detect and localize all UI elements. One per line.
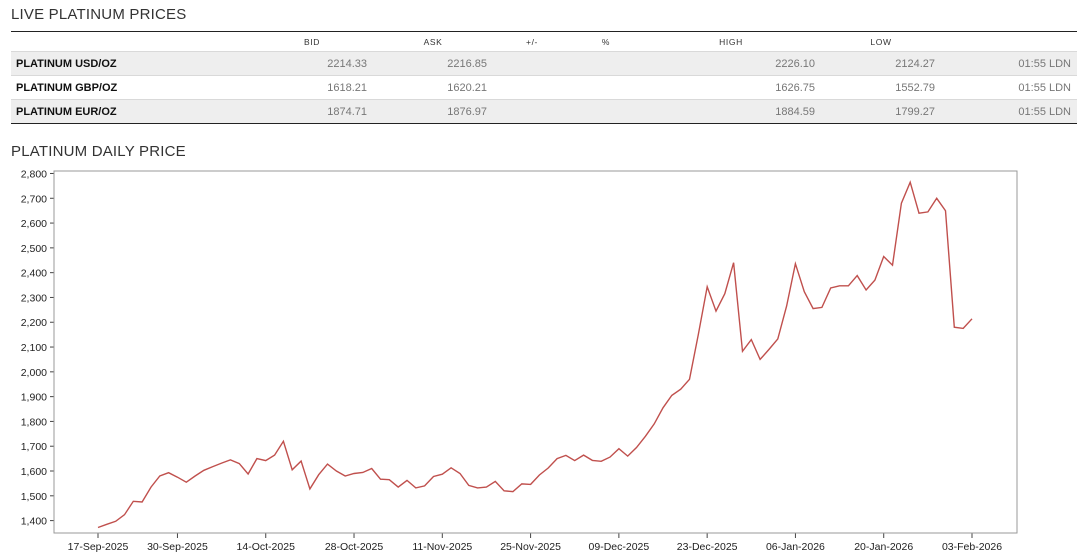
x-axis: 17-Sep-2025 30-Sep-2025 14-Oct-2025 28-Oct-… [68, 533, 1002, 553]
col-header-time [941, 33, 1077, 52]
col-header-name [11, 33, 251, 52]
y-tick-label: 2,800 [21, 168, 47, 180]
y-tick-label: 1,800 [21, 416, 47, 428]
price-row-low: 2124.27 [821, 51, 941, 76]
x-tick-label: 30-Sep-2025 [147, 541, 208, 553]
y-tick-label: 2,400 [21, 268, 47, 280]
price-row-percent [571, 51, 641, 76]
col-header-low: LOW [870, 37, 892, 47]
price-row-ask: 1620.21 [373, 75, 493, 100]
y-tick-label: 2,100 [21, 342, 47, 354]
price-row-gbp: PLATINUM GBP/OZ 1618.21 1620.21 1626.75 … [11, 75, 1077, 100]
y-tick-label: 2,500 [21, 243, 47, 255]
x-tick-label: 25-Nov-2025 [500, 541, 561, 553]
price-row-time: 01:55 LDN [941, 99, 1077, 124]
price-row-ask: 2216.85 [373, 51, 493, 76]
col-header-ask: ASK [423, 37, 443, 47]
col-header-change: +/- [526, 37, 538, 47]
x-tick-label: 09-Dec-2025 [589, 541, 650, 553]
y-tick-label: 1,500 [21, 491, 47, 503]
price-row-high: 1884.59 [641, 99, 821, 124]
y-tick-label: 2,200 [21, 317, 47, 329]
price-row-percent [571, 99, 641, 124]
price-row-change [493, 51, 571, 76]
y-axis: 1,400 1,500 1,600 1,700 1,800 1,900 2,000 2,100… [21, 168, 54, 528]
price-row-change [493, 75, 571, 100]
price-row-bid: 2214.33 [251, 51, 373, 76]
price-row-high: 2226.10 [641, 51, 821, 76]
price-row-time: 01:55 LDN [941, 51, 1077, 76]
prices-section-title: LIVE PLATINUM PRICES [11, 6, 187, 23]
price-row-name: PLATINUM GBP/OZ [11, 75, 251, 100]
col-header-high: HIGH [719, 37, 743, 47]
prices-table: BID ASK +/- % HIGH LOW PLATINUM USD/OZ 2… [11, 33, 1077, 124]
price-row-time: 01:55 LDN [941, 75, 1077, 100]
price-row-eur: PLATINUM EUR/OZ 1874.71 1876.97 1884.59 … [11, 99, 1077, 124]
price-row-high: 1626.75 [641, 75, 821, 100]
prices-header-row: BID ASK +/- % HIGH LOW [11, 33, 1077, 52]
y-tick-label: 1,700 [21, 441, 47, 453]
y-tick-label: 1,600 [21, 466, 47, 478]
y-tick-label: 1,900 [21, 392, 47, 404]
price-row-change [493, 99, 571, 124]
x-tick-label: 06-Jan-2026 [766, 541, 825, 553]
x-tick-label: 28-Oct-2025 [325, 541, 384, 553]
price-series-line [97, 180, 973, 529]
col-header-bid: BID [304, 37, 320, 47]
y-tick-label: 2,300 [21, 292, 47, 304]
y-tick-label: 2,600 [21, 218, 47, 230]
x-tick-label: 11-Nov-2025 [412, 541, 472, 553]
price-row-name: PLATINUM EUR/OZ [11, 99, 251, 124]
y-tick-label: 1,400 [21, 516, 47, 528]
x-tick-label: 20-Jan-2026 [854, 541, 913, 553]
platinum-price-chart: 1,400 1,500 1,600 1,700 1,800 1,900 2,000 2,100… [21, 168, 1018, 553]
price-row-percent [571, 75, 641, 100]
col-header-percent: % [601, 37, 611, 47]
x-tick-label: 03-Feb-2026 [942, 541, 1002, 553]
price-row-bid: 1874.71 [251, 99, 373, 124]
prices-top-rule [11, 31, 1077, 32]
price-row-low: 1552.79 [821, 75, 941, 100]
chart-section-title: PLATINUM DAILY PRICE [11, 143, 186, 160]
x-tick-label: 14-Oct-2025 [237, 541, 296, 553]
price-row-ask: 1876.97 [373, 99, 493, 124]
x-tick-label: 23-Dec-2025 [677, 541, 738, 553]
x-tick-label: 17-Sep-2025 [68, 541, 129, 553]
price-row-bid: 1618.21 [251, 75, 373, 100]
price-row-name: PLATINUM USD/OZ [11, 51, 251, 76]
price-row-usd: PLATINUM USD/OZ 2214.33 2216.85 2226.10 … [11, 51, 1077, 76]
price-row-low: 1799.27 [821, 99, 941, 124]
y-tick-label: 2,000 [21, 367, 47, 379]
y-tick-label: 2,700 [21, 193, 47, 205]
